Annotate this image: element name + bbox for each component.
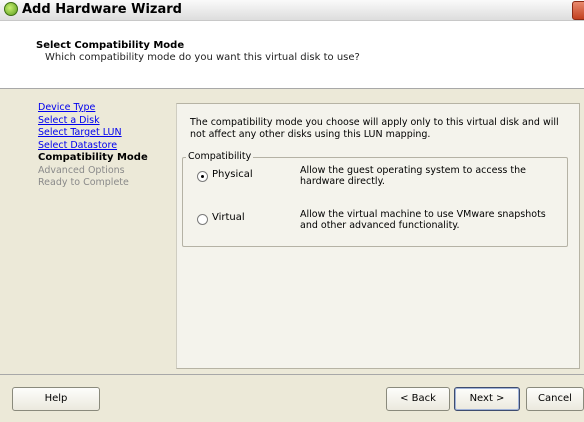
physical-radio[interactable] (197, 171, 208, 182)
step-select-target-lun[interactable]: Select Target LUN (38, 127, 168, 140)
help-button[interactable]: Help (12, 387, 100, 411)
physical-option-description: Allow the guest operating system to acce… (300, 165, 526, 187)
window-title: Add Hardware Wizard (22, 2, 182, 17)
wizard-footer: Help < Back Next > Cancel (0, 374, 584, 422)
page-title: Select Compatibility Mode (36, 40, 185, 51)
radio-selected-dot (201, 175, 204, 178)
step-ready-to-complete: Ready to Complete (38, 177, 129, 188)
close-icon[interactable] (572, 1, 584, 20)
step-device-type[interactable]: Device Type (38, 102, 168, 115)
virtual-radio[interactable] (197, 214, 208, 225)
step-select-a-disk[interactable]: Select a Disk (38, 115, 168, 128)
step-advanced-options: Advanced Options (38, 164, 125, 176)
back-button[interactable]: < Back (386, 387, 450, 411)
page-subtitle: Which compatibility mode do you want thi… (45, 52, 360, 63)
wizard-header: Select Compatibility Mode Which compatib… (0, 21, 584, 89)
physical-option-label[interactable]: Physical (212, 169, 253, 180)
intro-text: The compatibility mode you choose will a… (190, 117, 559, 140)
step-select-datastore[interactable]: Select Datastore (38, 140, 168, 153)
virtual-option-label[interactable]: Virtual (212, 212, 245, 223)
compatibility-group-label: Compatibility (186, 151, 254, 162)
virtual-option-description: Allow the virtual machine to use VMware … (300, 209, 546, 231)
title-bar: Add Hardware Wizard (0, 0, 584, 21)
step-compatibility-mode: Compatibility Mode (38, 152, 148, 163)
wizard-steps: Device Type Select a Disk Select Target … (38, 102, 168, 190)
cancel-button[interactable]: Cancel (526, 387, 584, 411)
wizard-gem-icon (4, 2, 18, 16)
next-button[interactable]: Next > (454, 387, 520, 411)
